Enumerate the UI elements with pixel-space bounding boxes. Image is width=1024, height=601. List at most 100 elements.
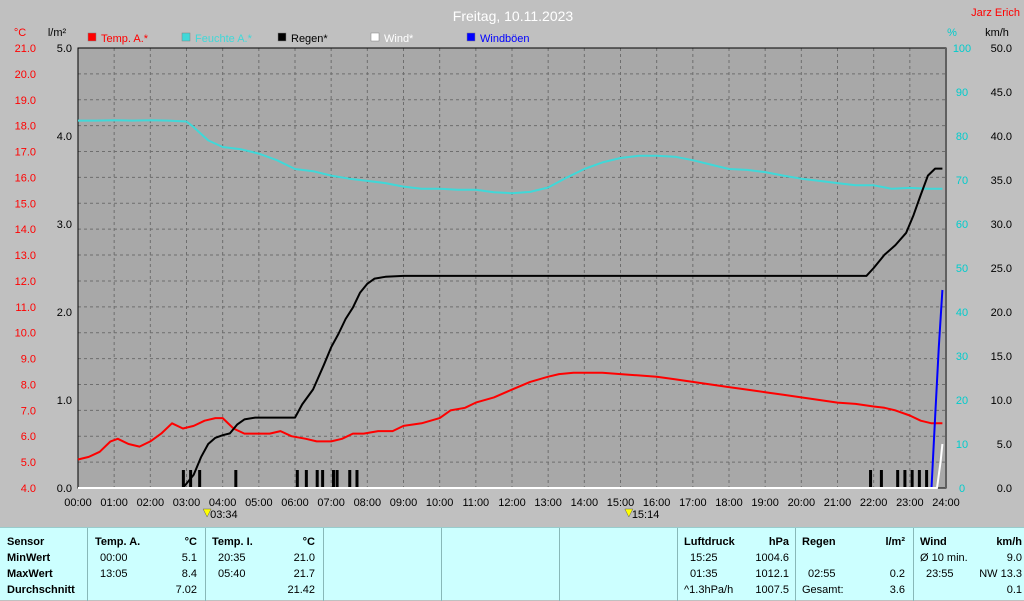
legend: Temp. A.* Feuchte A.* Regen* Wind* Windböen bbox=[87, 32, 530, 45]
luftdruck-header: Luftdruck bbox=[684, 536, 735, 548]
temp-i-min-time: 20:35 bbox=[218, 552, 246, 564]
chart-title: Freitag, 10.11.2023 bbox=[453, 8, 574, 24]
x-tick-label: 01:00 bbox=[100, 497, 128, 509]
wind-header: Wind bbox=[920, 536, 947, 548]
x-tick-label: 24:00 bbox=[932, 497, 960, 509]
temp-tick-label: 7.0 bbox=[21, 405, 36, 417]
temp-tick-label: 10.0 bbox=[15, 328, 36, 340]
temp-tick-label: 6.0 bbox=[21, 431, 36, 443]
col-luftdruck: Luftdruck hPa 15:25 1004.6 01:35 1012.1 … bbox=[678, 528, 796, 601]
temp-tick-label: 11.0 bbox=[15, 302, 36, 314]
temp-tick-label: 16.0 bbox=[15, 172, 36, 184]
x-tick-label: 15:00 bbox=[607, 497, 635, 509]
luftdruck-trend: ^1.3hPa/h bbox=[684, 584, 734, 596]
rain-event-tick bbox=[198, 470, 202, 488]
rain-unit-label: l/m² bbox=[48, 27, 67, 39]
rain-event-tick bbox=[315, 470, 319, 488]
rain-tick-label: 4.0 bbox=[57, 131, 72, 143]
col-sensor: Sensor MinWert MaxWert Durchschnitt bbox=[0, 528, 88, 601]
row-label-avg: Durchschnitt bbox=[7, 584, 75, 596]
rain-tick-label: 3.0 bbox=[57, 219, 72, 231]
x-tick-label: 14:00 bbox=[571, 497, 599, 509]
temp-tick-label: 12.0 bbox=[15, 276, 36, 288]
corner-label: Jarz Erich bbox=[971, 7, 1020, 19]
col-temp-i: Temp. I. °C 20:35 21.0 05:40 21.7 21.42 bbox=[206, 528, 324, 601]
x-tick-label: 20:00 bbox=[788, 497, 816, 509]
legend-swatch bbox=[277, 32, 287, 42]
temp-i-max-time: 05:40 bbox=[218, 568, 246, 580]
stats-table: Sensor MinWert MaxWert Durchschnitt Temp… bbox=[0, 527, 1024, 601]
x-tick-label: 04:00 bbox=[209, 497, 237, 509]
wind-tick-label: 5.0 bbox=[997, 439, 1012, 451]
temp-a-min-value: 5.1 bbox=[181, 552, 197, 564]
rain-event-tick bbox=[304, 470, 308, 488]
x-tick-label: 08:00 bbox=[354, 497, 382, 509]
temp-tick-label: 5.0 bbox=[21, 457, 36, 469]
wind-unit: km/h bbox=[996, 536, 1022, 548]
x-tick-label: 07:00 bbox=[317, 497, 345, 509]
rain-tick-label: 2.0 bbox=[57, 307, 72, 319]
temp-i-min-value: 21.0 bbox=[293, 552, 315, 564]
luftdruck-max-time: 01:35 bbox=[690, 568, 718, 580]
x-tick-label: 23:00 bbox=[896, 497, 924, 509]
rain-tick-label: 0.0 bbox=[57, 483, 72, 495]
temp-tick-label: 18.0 bbox=[15, 121, 36, 133]
x-tick-label: 03:00 bbox=[173, 497, 201, 509]
wind-tick-label: 0.0 bbox=[997, 483, 1012, 495]
temp-tick-label: 17.0 bbox=[15, 147, 36, 159]
col-regen: Regen l/m² 02:55 0.2 Gesamt: 3.6 bbox=[796, 528, 914, 601]
temp-a-min-time: 00:00 bbox=[100, 552, 128, 564]
rain-event-tick bbox=[321, 470, 325, 488]
x-tick-label: 13:00 bbox=[534, 497, 562, 509]
legend-label: Windböen bbox=[480, 33, 530, 45]
temp-tick-label: 9.0 bbox=[21, 354, 36, 366]
humidity-tick-label: 0 bbox=[959, 483, 965, 495]
rain-event-tick bbox=[869, 470, 873, 488]
wind-tick-label: 15.0 bbox=[991, 351, 1012, 363]
rain-event-tick bbox=[896, 470, 900, 488]
x-tick-label: 12:00 bbox=[498, 497, 526, 509]
wind-tick-label: 25.0 bbox=[991, 263, 1012, 275]
col-temp-a: Temp. A. °C 00:00 5.1 13:05 8.4 7.02 bbox=[88, 528, 206, 601]
sensor-header: Sensor bbox=[7, 536, 45, 548]
x-tick-label: 11:00 bbox=[462, 497, 489, 509]
rain-event-tick bbox=[910, 470, 914, 488]
temp-tick-label: 13.0 bbox=[15, 250, 36, 262]
wind-max-time: 23:55 bbox=[926, 568, 954, 580]
wind-tick-label: 20.0 bbox=[991, 307, 1012, 319]
rain-event-tick bbox=[348, 470, 352, 488]
rain-event-tick bbox=[917, 470, 921, 488]
wind-tick-label: 30.0 bbox=[991, 219, 1012, 231]
humidity-tick-label: 20 bbox=[956, 395, 968, 407]
x-tick-label: 22:00 bbox=[860, 497, 888, 509]
humidity-tick-label: 100 bbox=[953, 43, 971, 55]
wind-avg10-label: Ø 10 min. bbox=[920, 552, 968, 564]
humidity-tick-label: 10 bbox=[956, 439, 968, 451]
legend-swatch bbox=[370, 32, 380, 42]
legend-label: Temp. A.* bbox=[101, 33, 149, 45]
x-tick-label: 00:00 bbox=[64, 497, 92, 509]
wind-avg10-value: 9.0 bbox=[1006, 552, 1022, 564]
temp-a-max-time: 13:05 bbox=[100, 568, 128, 580]
regen-header: Regen bbox=[802, 536, 836, 548]
regen-max-value: 0.2 bbox=[889, 568, 905, 580]
temp-i-avg: 21.42 bbox=[287, 584, 315, 596]
x-tick-label: 21:00 bbox=[824, 497, 852, 509]
temp-tick-label: 20.0 bbox=[15, 69, 36, 81]
humidity-tick-label: 60 bbox=[956, 219, 968, 231]
x-tick-label: 09:00 bbox=[390, 497, 418, 509]
temp-tick-label: 4.0 bbox=[21, 483, 36, 495]
regen-unit: l/m² bbox=[885, 536, 905, 548]
weather-chart: Freitag, 10.11.2023 Jarz Erich °C l/m² %… bbox=[0, 0, 1024, 527]
rain-event-tick bbox=[335, 470, 339, 488]
regen-max-time: 02:55 bbox=[808, 568, 836, 580]
wind-tick-label: 45.0 bbox=[991, 87, 1012, 99]
luftdruck-max-value: 1012.1 bbox=[755, 568, 789, 580]
wind-avg: 0.1 bbox=[1006, 584, 1022, 596]
legend-swatch bbox=[466, 32, 476, 42]
wind-tick-label: 35.0 bbox=[991, 175, 1012, 187]
col-wind: Wind km/h Ø 10 min. 9.0 23:55 NW 13.3 0.… bbox=[914, 528, 1024, 601]
x-tick-label: 02:00 bbox=[137, 497, 165, 509]
temp-i-unit: °C bbox=[302, 536, 315, 548]
x-tick-label: 16:00 bbox=[643, 497, 671, 509]
